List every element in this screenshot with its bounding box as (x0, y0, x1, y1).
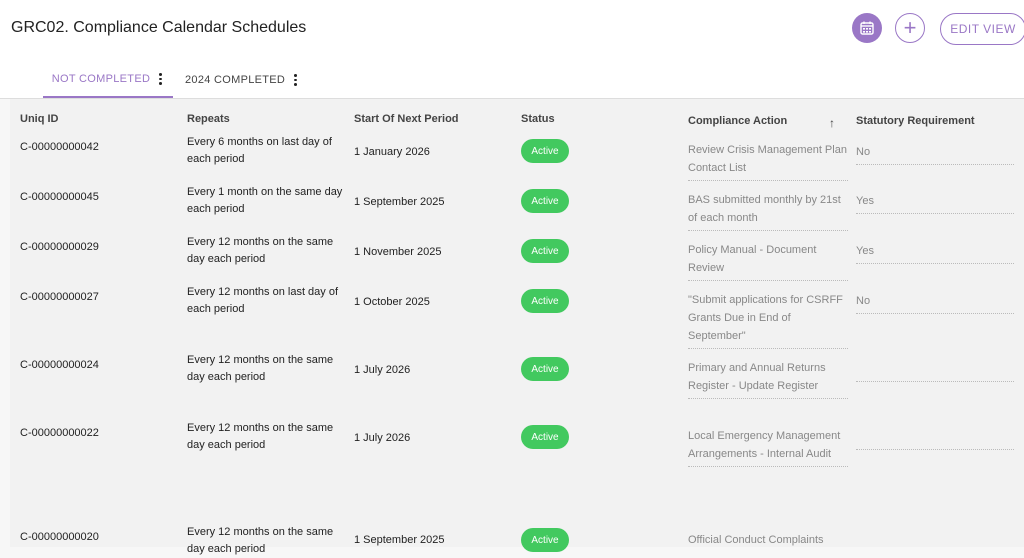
status-badge: Active (521, 139, 569, 163)
status-badge: Active (521, 528, 569, 552)
repeats-cell: Every 1 month on the same day each perio… (187, 186, 343, 215)
column-header-uniq-id[interactable]: Uniq ID (20, 113, 59, 125)
start-date-cell: 1 October 2025 (354, 296, 430, 308)
repeats-cell: Every 12 months on last day of each peri… (187, 286, 339, 315)
uniq-id-cell: C-00000000022 (20, 427, 99, 439)
page-title: GRC02. Compliance Calendar Schedules (11, 19, 307, 36)
repeats-cell: Every 12 months on the same day each per… (187, 354, 334, 383)
uniq-id-cell: C-00000000027 (20, 291, 99, 303)
uniq-id-cell: C-00000000042 (20, 141, 99, 153)
tab-bar: NOT COMPLETED 2024 COMPLETED (0, 62, 1024, 99)
column-header-status[interactable]: Status (521, 113, 555, 125)
statutory-requirement-field[interactable] (856, 363, 1014, 382)
start-date-cell: 1 September 2025 (354, 196, 445, 208)
statutory-requirement-field[interactable]: Yes (856, 245, 1014, 264)
statutory-requirement-field[interactable]: Yes (856, 195, 1014, 214)
compliance-action-field[interactable]: BAS submitted monthly by 21st of each mo… (688, 191, 848, 231)
compliance-action-field[interactable]: "Submit applications for CSRFF Grants Du… (688, 291, 848, 349)
start-date-cell: 1 January 2026 (354, 146, 430, 158)
repeats-cell: Every 12 months on the same day each per… (187, 236, 334, 265)
status-badge: Active (521, 189, 569, 213)
column-header-compliance-action[interactable]: Compliance Action (688, 115, 787, 127)
repeats-cell: Every 12 months on the same day each per… (187, 526, 334, 555)
start-date-cell: 1 November 2025 (354, 246, 442, 258)
column-header-statutory-requirement[interactable]: Statutory Requirement (856, 115, 975, 127)
schedules-table: Uniq ID Repeats Start Of Next Period Sta… (10, 99, 1024, 555)
statutory-requirement-field[interactable]: No (856, 295, 1014, 314)
start-date-cell: 1 July 2026 (354, 432, 411, 444)
calendar-icon (860, 21, 874, 35)
status-badge: Active (521, 239, 569, 263)
tab-label: 2024 COMPLETED (185, 74, 286, 86)
start-date-cell: 1 September 2025 (354, 534, 445, 546)
calendar-view-button[interactable] (852, 13, 882, 43)
compliance-action-field[interactable]: Review Crisis Management Plan Contact Li… (688, 141, 848, 181)
status-badge: Active (521, 289, 569, 313)
uniq-id-cell: C-00000000029 (20, 241, 99, 253)
column-header-start-next-period[interactable]: Start Of Next Period (354, 113, 459, 125)
plus-icon: + (903, 15, 917, 40)
tab-label: NOT COMPLETED (51, 73, 151, 85)
start-date-cell: 1 July 2026 (354, 364, 411, 376)
uniq-id-cell: C-00000000024 (20, 359, 99, 371)
tab-2024-completed[interactable]: 2024 COMPLETED (185, 62, 299, 98)
edit-view-button[interactable]: EDIT VIEW (940, 13, 1024, 45)
compliance-action-field[interactable]: Policy Manual - Document Review (688, 241, 848, 281)
compliance-action-field[interactable]: Primary and Annual Returns Register - Up… (688, 359, 848, 399)
status-badge: Active (521, 357, 569, 381)
column-header-repeats[interactable]: Repeats (187, 113, 230, 125)
repeats-cell: Every 12 months on the same day each per… (187, 422, 334, 451)
kebab-menu-icon[interactable] (156, 72, 164, 86)
compliance-action-field[interactable]: Official Conduct Complaints (688, 531, 848, 552)
repeats-cell: Every 6 months on last day of each perio… (187, 136, 332, 165)
status-badge: Active (521, 425, 569, 449)
statutory-requirement-field[interactable] (856, 431, 1014, 450)
sort-arrow-up-icon[interactable]: ↑ (829, 116, 835, 130)
tab-not-completed[interactable]: NOT COMPLETED (43, 62, 173, 98)
uniq-id-cell: C-00000000045 (20, 191, 99, 203)
uniq-id-cell: C-00000000020 (20, 531, 99, 543)
add-button[interactable]: + (895, 13, 925, 43)
page-header: GRC02. Compliance Calendar Schedules + E… (0, 0, 1024, 62)
statutory-requirement-field[interactable]: No (856, 146, 1014, 165)
kebab-menu-icon[interactable] (291, 73, 299, 87)
compliance-action-field[interactable]: Local Emergency Management Arrangements … (688, 427, 848, 467)
